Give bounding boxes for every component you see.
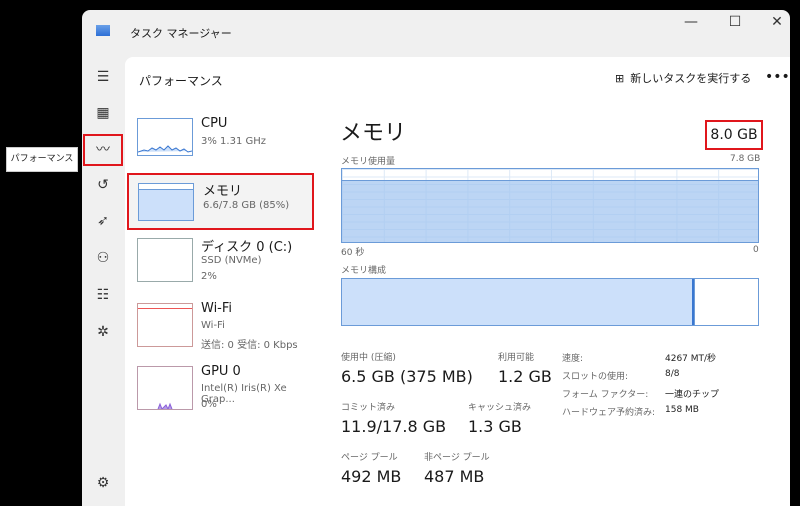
hamburger-menu-icon[interactable]: ☰ xyxy=(92,66,114,88)
resource-name: ディスク 0 (C:) xyxy=(201,240,293,255)
resource-gpu[interactable]: GPU 0 Intel(R) Iris(R) Xe Grap... 0% xyxy=(130,360,310,422)
stat-label: キャッシュ済み xyxy=(468,403,532,413)
memory-usage-fill xyxy=(342,179,758,242)
resource-sub: Wi-Fi xyxy=(201,320,225,331)
resource-sub: SSD (NVMe) xyxy=(201,255,262,266)
usage-label: メモリ使用量 xyxy=(341,157,396,167)
composition-available xyxy=(694,279,758,325)
resource-sub: 6.6/7.8 GB (85%) xyxy=(203,200,290,211)
stat-value: 487 MB xyxy=(424,467,485,486)
more-options-button[interactable]: ••• xyxy=(765,69,790,85)
detail-value: 158 MB xyxy=(665,405,699,415)
close-button[interactable]: ✕ xyxy=(764,14,790,36)
new-task-icon: ⊞ xyxy=(615,71,625,85)
window-title: タスク マネージャー xyxy=(130,27,232,40)
stat-label: コミット済み xyxy=(341,403,396,413)
resource-name: Wi-Fi xyxy=(201,301,233,316)
composition-label: メモリ構成 xyxy=(341,266,387,276)
detail-label: ハードウェア予約済み: xyxy=(562,408,656,418)
time-left: 60 秒 xyxy=(341,248,365,258)
usage-max: 7.8 GB xyxy=(730,154,761,164)
run-new-task-label: 新しいタスクを実行する xyxy=(630,72,752,85)
resource-sub: 2% xyxy=(201,271,217,282)
details-icon[interactable]: ☷ xyxy=(92,284,114,306)
memory-usage-graph xyxy=(341,168,759,243)
run-new-task-button[interactable]: ⊞ 新しいタスクを実行する xyxy=(615,70,751,86)
resource-memory[interactable]: メモリ 6.6/7.8 GB (85%) xyxy=(127,173,314,230)
resource-sub: Intel(R) Iris(R) Xe Grap... xyxy=(201,383,287,405)
composition-in-use xyxy=(342,279,694,325)
stat-value: 1.3 GB xyxy=(468,417,522,436)
detail-label: スロットの使用: xyxy=(562,372,629,382)
resource-cpu[interactable]: CPU 3% 1.31 GHz xyxy=(130,112,310,174)
stat-value: 492 MB xyxy=(341,467,402,486)
resource-wifi[interactable]: Wi-Fi Wi-Fi 送信: 0 受信: 0 Kbps xyxy=(130,297,310,359)
app-history-icon[interactable]: ↺ xyxy=(92,174,114,196)
resource-sub: 3% 1.31 GHz xyxy=(201,136,267,147)
minimize-button[interactable]: — xyxy=(678,14,704,36)
resource-sub: 送信: 0 受信: 0 Kbps xyxy=(201,340,298,351)
stat-label: 利用可能 xyxy=(498,353,535,363)
stat-label: ページ プール xyxy=(341,453,398,463)
app-icon xyxy=(96,25,110,36)
services-icon[interactable]: ✲ xyxy=(92,321,114,343)
stat-label: 非ページ プール xyxy=(424,453,490,463)
processes-icon[interactable]: ▦ xyxy=(92,102,114,124)
time-right: 0 xyxy=(753,245,759,255)
page-title: パフォーマンス xyxy=(139,74,223,88)
memory-title: メモリ xyxy=(340,121,407,146)
task-manager-window: タスク マネージャー — ☐ ✕ ☰ ▦ 〰 ↺ ➶ ⚇ ☷ ✲ ⚙ パフォーマ… xyxy=(82,10,790,506)
stat-label: 使用中 (圧縮) xyxy=(341,353,396,363)
stat-value: 1.2 GB xyxy=(498,367,552,386)
detail-label: 速度: xyxy=(562,354,584,364)
performance-panel: パフォーマンス ⊞ 新しいタスクを実行する ••• CPU 3% 1.31 GHz… xyxy=(125,57,790,506)
resource-name: GPU 0 xyxy=(201,364,241,379)
startup-apps-icon[interactable]: ➶ xyxy=(92,210,114,232)
resource-name: CPU xyxy=(201,116,228,131)
detail-label: フォーム ファクター: xyxy=(562,390,649,400)
settings-icon[interactable]: ⚙ xyxy=(92,472,114,494)
resource-disk[interactable]: ディスク 0 (C:) SSD (NVMe) 2% xyxy=(130,232,310,294)
memory-composition-bar xyxy=(341,278,759,326)
users-icon[interactable]: ⚇ xyxy=(92,247,114,269)
detail-value: 4267 MT/秒 xyxy=(665,354,717,364)
resource-name: メモリ xyxy=(203,184,243,199)
tooltip: パフォーマンス xyxy=(6,147,78,172)
resource-sub: 0% xyxy=(201,399,217,410)
stat-value: 6.5 GB (375 MB) xyxy=(341,367,473,386)
memory-total: 8.0 GB xyxy=(705,120,763,150)
detail-value: 一連のチップ xyxy=(665,390,720,400)
maximize-button[interactable]: ☐ xyxy=(722,14,748,36)
stat-value: 11.9/17.8 GB xyxy=(341,417,447,436)
performance-icon[interactable]: 〰 xyxy=(83,134,123,166)
detail-value: 8/8 xyxy=(665,369,680,379)
